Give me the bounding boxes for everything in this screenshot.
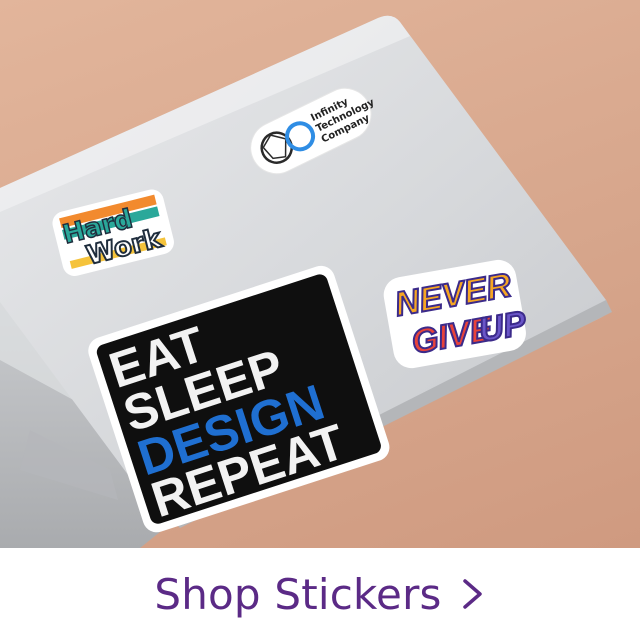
product-photo: Infinity Technology Company Hard Work NE… bbox=[0, 0, 640, 548]
shop-stickers-label: Shop Stickers bbox=[154, 569, 442, 619]
chevron-right-icon bbox=[462, 579, 482, 609]
shop-stickers-link[interactable]: Shop Stickers bbox=[0, 548, 640, 640]
sticker-eat-sleep-design-repeat: EAT SLEEP DESIGN REPEAT bbox=[88, 265, 390, 533]
